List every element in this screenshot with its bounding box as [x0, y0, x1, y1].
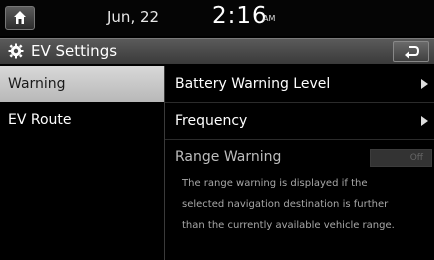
- ampm-indicator: AM: [263, 14, 276, 23]
- range-warning-toggle[interactable]: Off: [370, 149, 432, 167]
- battery-warning-level-row[interactable]: Battery Warning Level: [165, 66, 434, 102]
- description-line: The range warning is displayed if the: [182, 178, 368, 189]
- status-bar: Jun, 22 2:16 AM: [0, 0, 434, 36]
- page-title: EV Settings: [31, 42, 118, 60]
- nav-item-ev-route[interactable]: EV Route: [0, 102, 162, 138]
- nav-item-warning[interactable]: Warning: [0, 66, 164, 102]
- range-warning-row: Range Warning Off: [165, 139, 434, 175]
- range-warning-label: Range Warning: [175, 149, 282, 165]
- nav-item-label: EV Route: [8, 112, 72, 128]
- title-bar: EV Settings: [0, 38, 434, 64]
- row-label: Frequency: [175, 113, 248, 129]
- frequency-row[interactable]: Frequency: [165, 103, 434, 139]
- screen: Jun, 22 2:16 AM EV Settings Warning EV R…: [0, 0, 434, 260]
- side-nav: Warning EV Route: [0, 66, 164, 260]
- description-line: selected navigation destination is furth…: [182, 199, 389, 210]
- back-arrow-icon: [405, 46, 420, 59]
- home-button[interactable]: [5, 6, 35, 30]
- description-line: than the currently available vehicle ran…: [182, 220, 395, 231]
- nav-item-label: Warning: [8, 76, 66, 92]
- row-label: Battery Warning Level: [175, 76, 331, 92]
- range-warning-description: The range warning is displayed if the se…: [182, 173, 434, 236]
- time-display: 2:16: [212, 3, 268, 29]
- chevron-right-icon: [421, 79, 428, 89]
- chevron-right-icon: [421, 116, 428, 126]
- settings-panel: Battery Warning Level Frequency Range Wa…: [165, 66, 434, 260]
- toggle-value: Off: [409, 153, 423, 163]
- date-display: Jun, 22: [107, 8, 160, 26]
- back-button[interactable]: [393, 41, 429, 62]
- gear-icon: [8, 43, 24, 59]
- home-icon: [14, 11, 26, 24]
